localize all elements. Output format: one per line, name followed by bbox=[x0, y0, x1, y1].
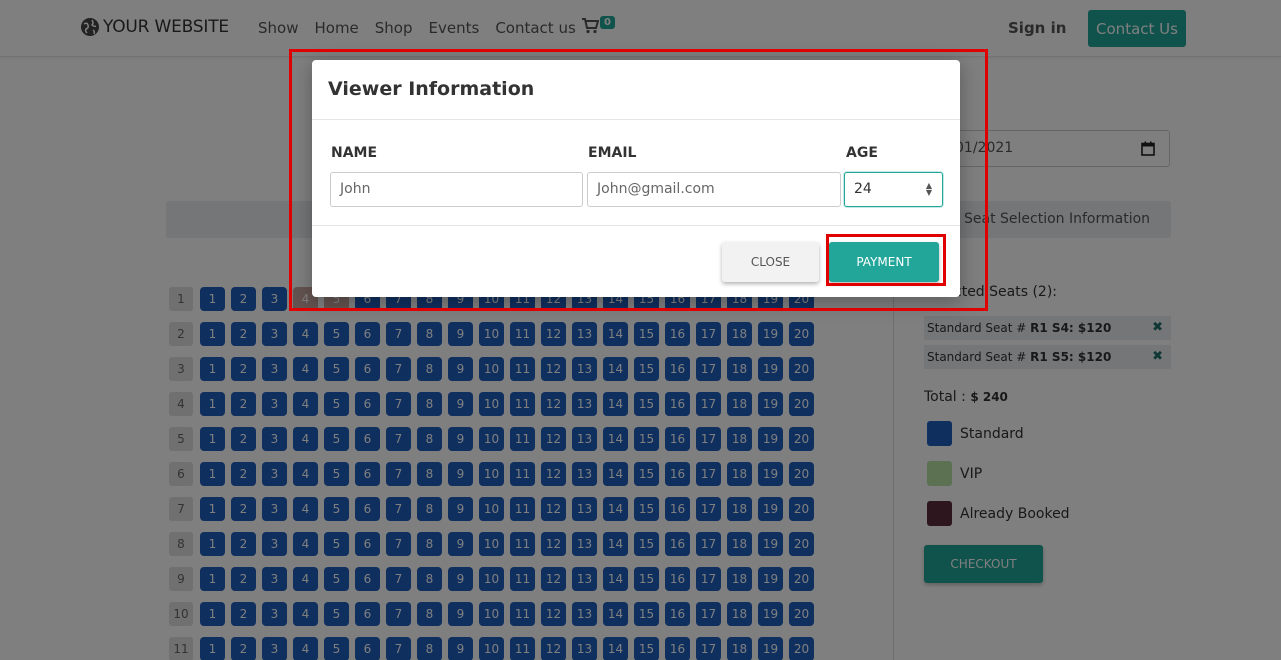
highlight-box-payment bbox=[826, 234, 946, 286]
